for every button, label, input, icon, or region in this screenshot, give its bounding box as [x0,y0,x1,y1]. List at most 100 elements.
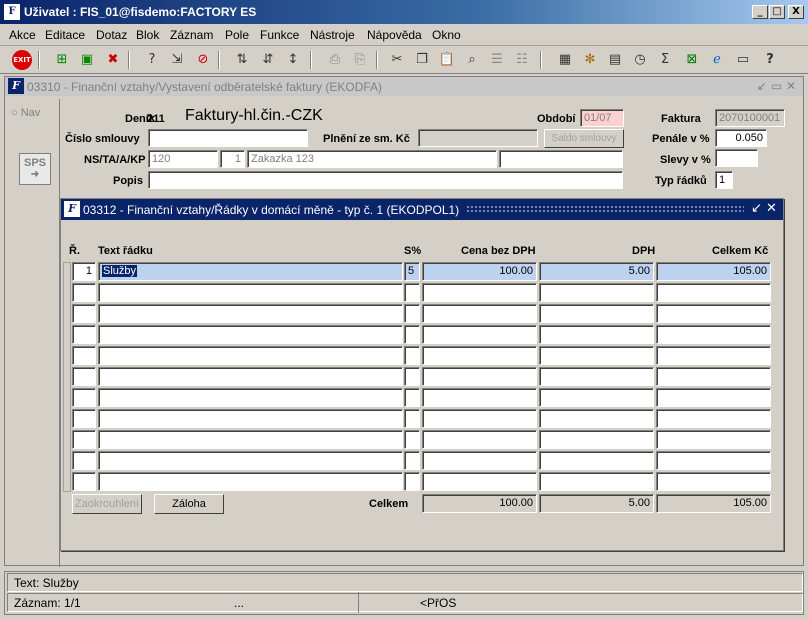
cena-cell[interactable] [422,388,537,407]
text-cell[interactable]: Služby [98,262,403,281]
dph-cell[interactable] [539,304,654,323]
dph-cell[interactable] [539,451,654,470]
celkem-cell[interactable] [656,388,771,407]
cena-cell[interactable] [422,451,537,470]
outdent-icon[interactable]: ☷ [512,50,532,70]
celkem-cell[interactable] [656,283,771,302]
s-cell[interactable] [404,283,420,302]
text-cell[interactable] [98,346,403,365]
cancel-query-icon[interactable]: ⊘ [193,50,213,70]
dph-cell[interactable] [539,367,654,386]
penale-field[interactable]: 0.050 [715,129,767,147]
text-cell[interactable] [98,409,403,428]
s-cell[interactable] [404,388,420,407]
delete-record-icon[interactable]: ✖ [103,50,123,70]
celkem-cell[interactable] [656,367,771,386]
sort-desc-icon[interactable]: ⇵ [258,50,278,70]
text-cell[interactable] [98,367,403,386]
copy-icon[interactable]: ❐ [412,50,432,70]
s-cell[interactable] [404,304,420,323]
row-number-cell[interactable] [72,304,96,323]
s-cell[interactable] [404,409,420,428]
s-cell[interactable] [404,430,420,449]
obdobi-field[interactable]: 01/07 [580,109,624,127]
browser-icon[interactable]: ℯ [707,50,727,70]
clock-icon[interactable]: ◷ [630,50,650,70]
nav-radio[interactable]: ○ Nav [11,107,40,119]
menu-editace[interactable]: Editace [45,28,85,42]
row-number-cell[interactable] [72,367,96,386]
cena-cell[interactable] [422,367,537,386]
cena-cell[interactable] [422,283,537,302]
text-cell[interactable] [98,430,403,449]
celkem-cell[interactable] [656,451,771,470]
row-number-cell[interactable] [72,388,96,407]
calculator-icon[interactable]: ▦ [555,50,575,70]
minimize-button[interactable]: _ [752,5,768,19]
s-cell[interactable] [404,346,420,365]
text-cell[interactable] [98,388,403,407]
text-cell[interactable] [98,304,403,323]
zaokrouhleni-button[interactable]: Zaokrouhlení [72,494,142,514]
window-icon[interactable]: ▭ [733,50,753,70]
celkem-cell[interactable] [656,472,771,491]
row-number-cell[interactable]: 1 [72,262,96,281]
celkem-cell[interactable] [656,430,771,449]
zaloha-button[interactable]: Záloha [154,494,224,514]
faktura-field[interactable]: 2070100001 [715,109,785,127]
menu-napoveda[interactable]: Nápověda [367,28,422,42]
dph-cell[interactable] [539,430,654,449]
row-number-cell[interactable] [72,346,96,365]
print-preview-icon[interactable]: ⎘ [350,50,370,70]
dph-cell[interactable] [539,346,654,365]
s-cell[interactable] [404,325,420,344]
s-cell[interactable] [404,367,420,386]
form-window-controls[interactable]: ↙ ▭ ✕ [757,79,796,93]
popis-field[interactable] [148,171,623,189]
kp-field[interactable] [499,150,623,168]
cena-cell[interactable]: 100.00 [422,262,537,281]
cena-cell[interactable] [422,409,537,428]
sort-asc-icon[interactable]: ⇅ [232,50,252,70]
typ-radku-field[interactable]: 1 [715,171,733,189]
dph-cell[interactable] [539,388,654,407]
network-icon[interactable]: ✻ [580,50,600,70]
note-icon[interactable]: ▤ [605,50,625,70]
excel-icon[interactable]: ⊠ [682,50,702,70]
exit-icon[interactable]: EXIT [12,50,32,70]
sps-button[interactable]: SPS ➜ [19,153,51,185]
row-number-cell[interactable] [72,430,96,449]
cena-cell[interactable] [422,325,537,344]
maximize-button[interactable]: □ [769,5,785,19]
row-number-cell[interactable] [72,451,96,470]
text-cell[interactable] [98,325,403,344]
paste-icon[interactable]: 📋 [437,50,457,70]
plneni-field[interactable] [418,129,538,147]
row-number-cell[interactable] [72,472,96,491]
saldo-smlouvy-button[interactable]: Saldo smlouvy [544,129,624,148]
cena-cell[interactable] [422,472,537,491]
menu-funkce[interactable]: Funkce [260,28,299,42]
s-cell[interactable] [404,451,420,470]
cislo-smlouvy-field[interactable] [148,129,308,147]
menu-pole[interactable]: Pole [225,28,249,42]
row-number-cell[interactable] [72,409,96,428]
slevy-field[interactable] [715,149,758,167]
query-icon[interactable]: ? [142,50,162,70]
sum-icon[interactable]: Σ [655,50,675,70]
text-cell[interactable] [98,472,403,491]
close-button[interactable]: X [788,5,804,19]
ta-field[interactable]: 1 [220,150,245,168]
s-cell[interactable] [404,472,420,491]
cena-cell[interactable] [422,346,537,365]
celkem-cell[interactable] [656,409,771,428]
row-number-cell[interactable] [72,283,96,302]
sort-multi-icon[interactable]: ↕ [283,50,303,70]
menu-okno[interactable]: Okno [432,28,461,42]
duplicate-record-icon[interactable]: ▣ [77,50,97,70]
row-number-cell[interactable] [72,325,96,344]
dph-cell[interactable] [539,409,654,428]
print-icon[interactable]: ⎙ [325,50,345,70]
dph-cell[interactable] [539,472,654,491]
celkem-cell[interactable]: 105.00 [656,262,771,281]
